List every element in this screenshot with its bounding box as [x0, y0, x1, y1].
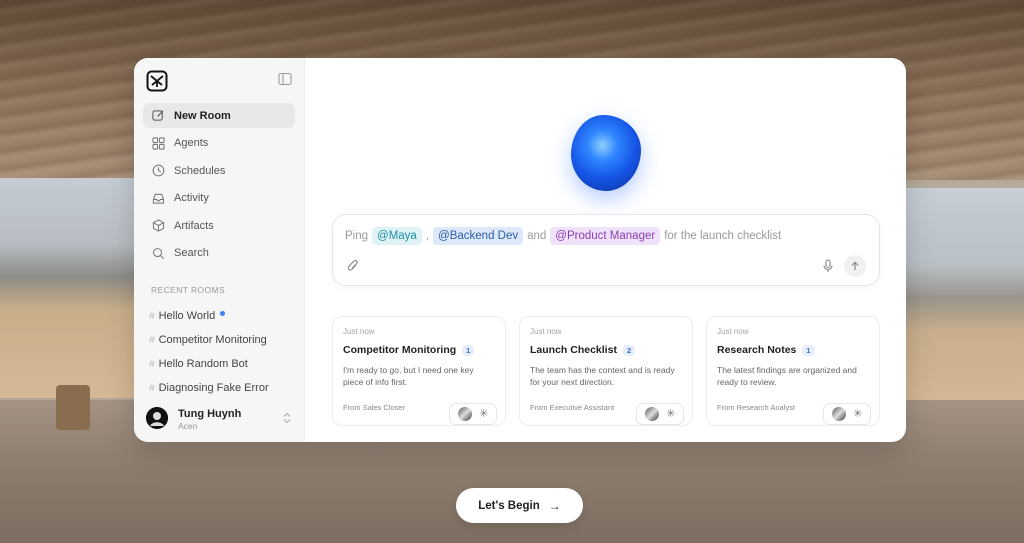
- prompt-separator: and: [527, 230, 547, 242]
- mention-chip[interactable]: @Product Manager: [550, 227, 661, 245]
- recent-room-label: Hello Random Bot: [158, 358, 248, 370]
- avatar-image-icon: [146, 407, 168, 429]
- nav-label: Activity: [174, 192, 209, 204]
- card-title: Research Notes 1: [717, 344, 869, 356]
- mention-chip[interactable]: @Backend Dev: [433, 227, 524, 245]
- sidebar-toggle-icon[interactable]: [278, 72, 292, 86]
- user-menu[interactable]: Tung Huynh Acen: [146, 407, 296, 433]
- participant-avatar: [457, 407, 472, 421]
- background-table: [56, 385, 90, 430]
- composer-text[interactable]: Ping @Maya , @Backend Dev and @Product M…: [345, 227, 781, 245]
- hash-icon: #: [149, 358, 155, 370]
- sparkle-icon: ✳: [666, 407, 676, 420]
- user-org: Acen: [178, 421, 198, 431]
- nav-label: Artifacts: [174, 219, 214, 232]
- mention-chip[interactable]: @Maya: [372, 227, 422, 245]
- hash-icon: #: [149, 334, 155, 346]
- room-cards: Just now Competitor Monitoring 1 I'm rea…: [332, 316, 880, 442]
- main-area: Ping @Maya , @Backend Dev and @Product M…: [305, 58, 906, 442]
- card-title-text: Research Notes: [717, 344, 797, 356]
- card-participants: ✳: [823, 403, 871, 425]
- nav-artifacts[interactable]: Artifacts: [143, 213, 295, 238]
- recent-room-diagnosing-fake-error[interactable]: # Diagnosing Fake Error: [149, 376, 299, 400]
- nav-label: New Room: [174, 109, 231, 122]
- recent-room-hello-random-bot[interactable]: # Hello Random Bot: [149, 352, 299, 376]
- card-title-text: Launch Checklist: [530, 344, 617, 356]
- recent-room-competitor-monitoring[interactable]: # Competitor Monitoring: [149, 328, 299, 352]
- card-title: Launch Checklist 2: [530, 344, 682, 356]
- count-badge: 2: [622, 344, 636, 356]
- nav-activity[interactable]: Activity: [143, 186, 295, 211]
- sidebar: New Room Agents Schedules Activity Artif…: [134, 58, 305, 442]
- assistant-orb: [571, 115, 641, 191]
- prompt-prefix: Ping: [345, 230, 369, 242]
- recent-rooms-list: # Hello World # Competitor Monitoring # …: [149, 304, 299, 400]
- participant-avatar: [831, 407, 846, 421]
- prompt-separator: ,: [425, 230, 430, 242]
- send-button[interactable]: [844, 255, 866, 277]
- count-badge: 1: [462, 344, 475, 356]
- search-icon: [153, 247, 165, 259]
- nav-search[interactable]: Search: [143, 241, 295, 266]
- recent-rooms-heading: RECENT ROOMS: [151, 285, 226, 295]
- grid-icon: [152, 136, 165, 150]
- room-card[interactable]: Just now Launch Checklist 2 The team has…: [519, 316, 693, 426]
- message-composer[interactable]: Ping @Maya , @Backend Dev and @Product M…: [332, 214, 880, 286]
- card-participants: ✳: [449, 403, 497, 425]
- card-time: Just now: [717, 327, 749, 336]
- lets-begin-button[interactable]: Let's Begin →: [456, 488, 583, 523]
- card-title: Competitor Monitoring 1: [343, 344, 495, 356]
- card-from: From Sales Closer: [343, 403, 406, 412]
- sparkle-icon: ✳: [853, 407, 863, 420]
- app-window: New Room Agents Schedules Activity Artif…: [134, 58, 906, 442]
- nav-label: Schedules: [174, 164, 226, 177]
- unread-dot: [220, 310, 226, 316]
- recent-room-label: Diagnosing Fake Error: [158, 382, 269, 394]
- recent-room-label: Competitor Monitoring: [158, 334, 267, 346]
- prompt-suffix: for the launch checklist: [664, 230, 782, 242]
- card-from: From Executive Assistant: [530, 403, 615, 412]
- hash-icon: #: [149, 310, 155, 322]
- room-card[interactable]: Just now Competitor Monitoring 1 I'm rea…: [332, 316, 506, 426]
- background-window-right: [906, 188, 1024, 408]
- cube-icon: [152, 219, 165, 232]
- card-body: I'm ready to go, but I need one key piec…: [343, 365, 474, 387]
- count-badge: 1: [802, 344, 815, 356]
- card-title-text: Competitor Monitoring: [343, 344, 457, 356]
- card-time: Just now: [343, 327, 375, 336]
- chevron-up-down-icon: [283, 412, 291, 424]
- participant-avatar: [644, 407, 659, 421]
- background-window-left: [0, 178, 134, 398]
- arrow-up-icon: [851, 261, 859, 270]
- microphone-icon[interactable]: [822, 259, 834, 273]
- edit-icon: [152, 110, 164, 121]
- paperclip-icon[interactable]: [347, 259, 359, 273]
- clock-icon: [152, 164, 165, 177]
- card-time: Just now: [530, 327, 562, 336]
- nav-new-room[interactable]: New Room: [143, 103, 295, 128]
- nav-label: Agents: [174, 137, 209, 149]
- lets-begin-label: Let's Begin: [478, 499, 540, 512]
- nav-label: Search: [174, 247, 209, 259]
- room-card[interactable]: Just now Research Notes 1 The latest fin…: [706, 316, 880, 426]
- card-from: From Research Analyst: [717, 403, 795, 412]
- hash-icon: #: [149, 382, 155, 394]
- inbox-icon: [152, 193, 165, 204]
- user-name: Tung Huynh: [178, 408, 242, 420]
- avatar: [146, 407, 168, 429]
- app-logo-icon[interactable]: [146, 70, 168, 92]
- card-body: The latest findings are organized and re…: [717, 365, 857, 387]
- card-participants: ✳: [636, 403, 684, 425]
- nav-agents[interactable]: Agents: [143, 131, 295, 156]
- nav-schedules[interactable]: Schedules: [143, 158, 295, 183]
- recent-room-hello-world[interactable]: # Hello World: [149, 304, 299, 328]
- arrow-right-icon: →: [548, 498, 561, 513]
- sparkle-icon: ✳: [479, 407, 489, 420]
- sidebar-nav: New Room Agents Schedules Activity Artif…: [143, 103, 295, 268]
- recent-room-label: Hello World: [158, 310, 216, 322]
- card-body: The team has the context and is ready fo…: [530, 365, 675, 387]
